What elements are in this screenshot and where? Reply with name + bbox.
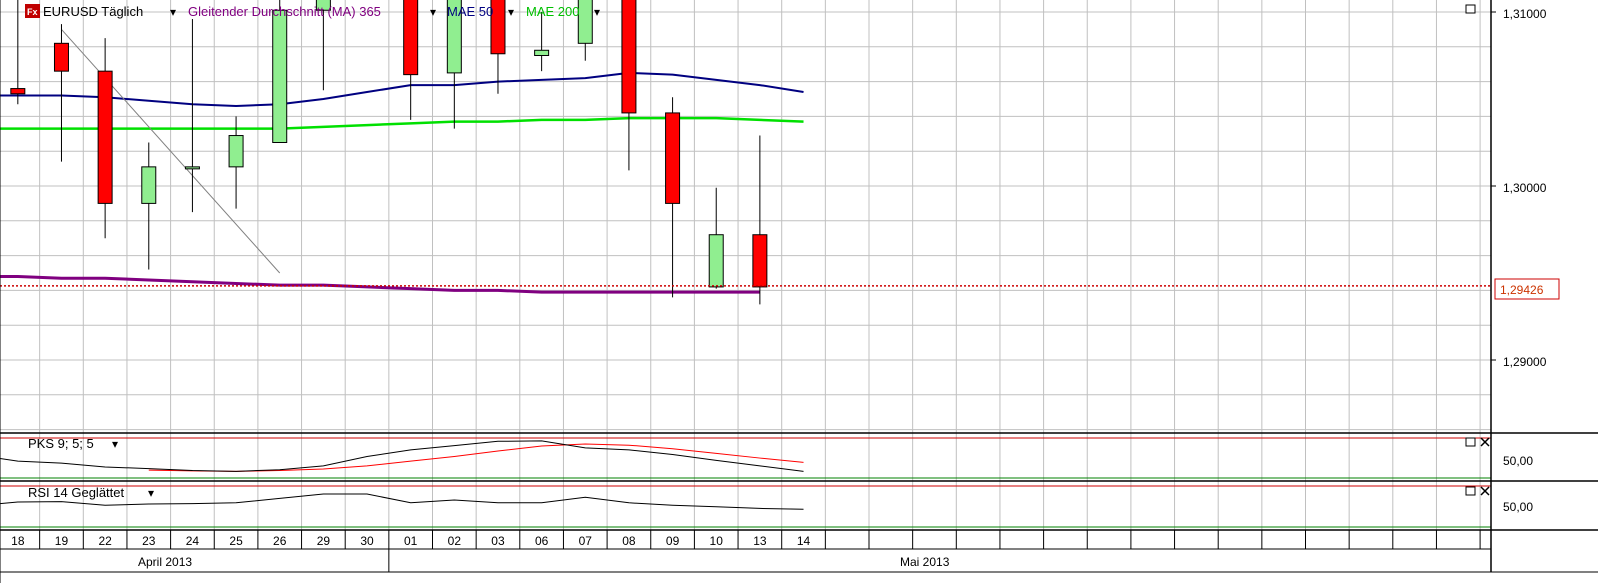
chevron-down-icon[interactable]: ▾ bbox=[112, 437, 118, 451]
current-price-label: 1,29426 bbox=[1500, 283, 1544, 297]
day-tick-label: 14 bbox=[797, 534, 811, 548]
candle-up[interactable] bbox=[577, 0, 593, 44]
day-tick-label: 03 bbox=[491, 534, 505, 548]
candle-down[interactable] bbox=[403, 0, 419, 76]
candle-down[interactable] bbox=[752, 234, 768, 288]
candle-down[interactable] bbox=[97, 70, 113, 204]
symbol-label[interactable]: EURUSD Täglich bbox=[43, 4, 143, 19]
day-tick-label: 18 bbox=[11, 534, 25, 548]
ma365-label[interactable]: Gleitender Durchschnitt (MA) 365 bbox=[188, 4, 381, 19]
candle-down[interactable] bbox=[621, 0, 637, 114]
month-label-mai: Mai 2013 bbox=[900, 555, 950, 569]
pks-tick-label: 50,00 bbox=[1503, 454, 1533, 468]
day-tick-label: 07 bbox=[579, 534, 593, 548]
day-tick-label: 29 bbox=[317, 534, 331, 548]
day-tick-label: 01 bbox=[404, 534, 418, 548]
rsi-label[interactable]: RSI 14 Geglättet bbox=[28, 485, 124, 500]
day-tick-label: 24 bbox=[186, 534, 200, 548]
candle-down[interactable] bbox=[10, 88, 26, 95]
pks-label[interactable]: PKS 9; 5; 5 bbox=[28, 436, 94, 451]
day-tick-label: 26 bbox=[273, 534, 287, 548]
day-tick-label: 25 bbox=[229, 534, 243, 548]
mae50-label[interactable]: MAE 50 bbox=[447, 4, 493, 19]
day-tick-label: 23 bbox=[142, 534, 156, 548]
day-tick-label: 30 bbox=[360, 534, 374, 548]
day-tick-label: 02 bbox=[448, 534, 462, 548]
candle-up[interactable] bbox=[184, 166, 200, 170]
chart-window: 18 19 22 23 24 25 26 29 30 01 02 03 06 07 08 09 10 13 14 F… bbox=[0, 0, 1598, 583]
candle-up[interactable] bbox=[272, 9, 288, 144]
day-tick-label: 09 bbox=[666, 534, 680, 548]
rsi-tick-label: 50,00 bbox=[1503, 500, 1533, 514]
mae200-label[interactable]: MAE 200 bbox=[526, 4, 579, 19]
chart-canvas[interactable]: 18 19 22 23 24 25 26 29 30 01 02 03 06 07 08 09 10 13 14 F… bbox=[0, 0, 1598, 583]
chevron-down-icon[interactable]: ▾ bbox=[170, 5, 176, 19]
chevron-down-icon[interactable]: ▾ bbox=[594, 5, 600, 19]
day-tick-label: 06 bbox=[535, 534, 549, 548]
chevron-down-icon[interactable]: ▾ bbox=[148, 486, 154, 500]
fx-icon-label: Fx bbox=[27, 7, 38, 17]
chevron-down-icon[interactable]: ▾ bbox=[430, 5, 436, 19]
price-tick-label: 1,31000 bbox=[1503, 7, 1547, 21]
candle-up[interactable] bbox=[708, 234, 724, 288]
candle-up[interactable] bbox=[228, 135, 244, 168]
price-tick-label: 1,29000 bbox=[1503, 355, 1547, 369]
maximize-icon[interactable] bbox=[1465, 486, 1476, 496]
price-tick-label: 1,30000 bbox=[1503, 181, 1547, 195]
day-tick-label: 08 bbox=[622, 534, 636, 548]
candle-down[interactable] bbox=[53, 42, 69, 72]
month-label-april: April 2013 bbox=[138, 555, 192, 569]
maximize-icon[interactable] bbox=[1465, 437, 1476, 447]
candle-down[interactable] bbox=[665, 112, 681, 204]
chevron-down-icon[interactable]: ▾ bbox=[508, 5, 514, 19]
maximize-icon[interactable] bbox=[1465, 4, 1476, 14]
candle-up[interactable] bbox=[534, 49, 550, 56]
day-tick-label: 19 bbox=[55, 534, 69, 548]
day-tick-label: 10 bbox=[710, 534, 724, 548]
day-tick-label: 22 bbox=[98, 534, 112, 548]
day-tick-label: 13 bbox=[753, 534, 767, 548]
candle-up[interactable] bbox=[141, 166, 157, 204]
